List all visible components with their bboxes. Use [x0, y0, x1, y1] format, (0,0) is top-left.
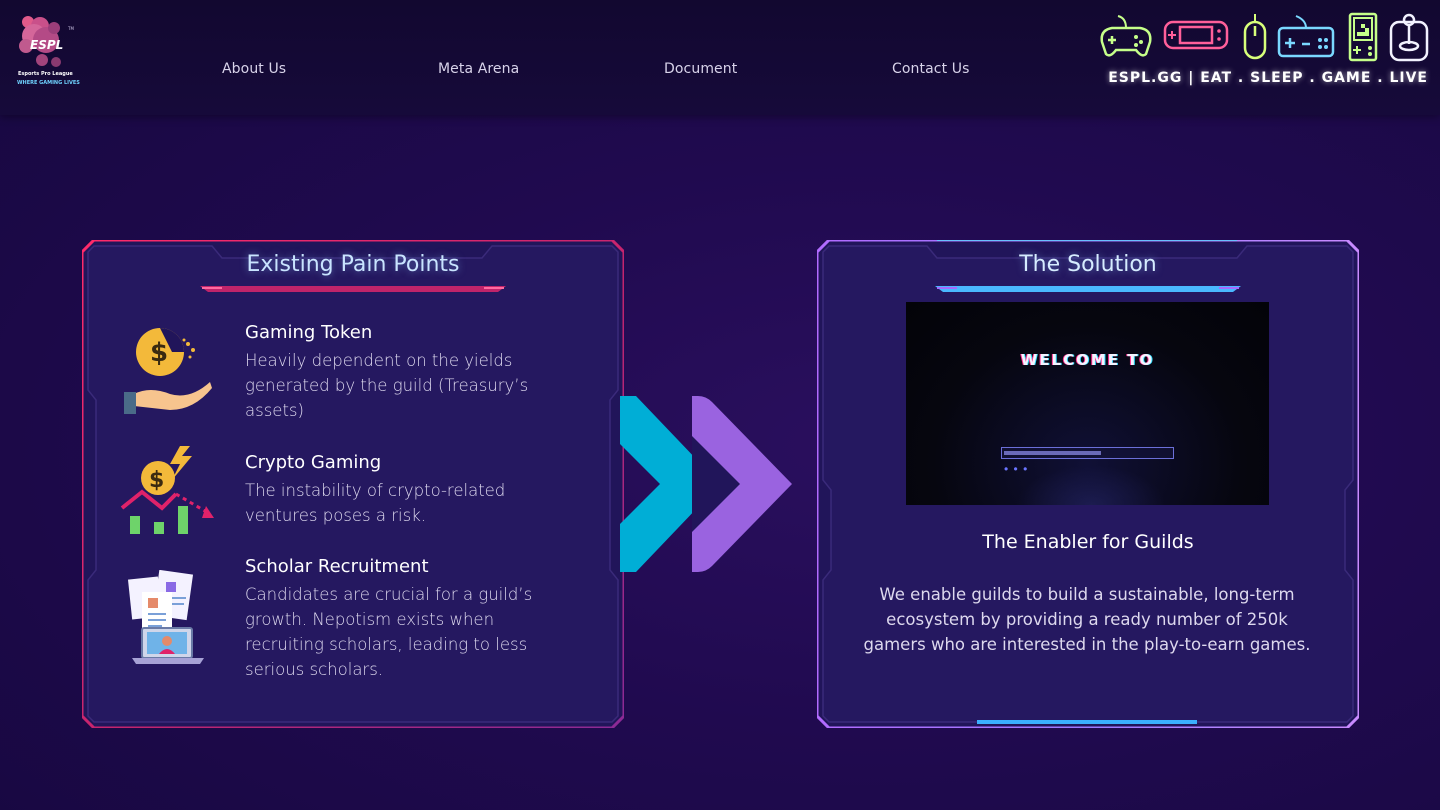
pain-points-panel: Existing Pain Points $ Gaming Token Heav… [82, 240, 624, 728]
item-description: Candidates are crucial for a guild’s gro… [245, 585, 533, 679]
svg-text:ESPL: ESPL [30, 38, 63, 52]
loading-dots: • • • [1004, 462, 1029, 476]
solution-description: We enable guilds to build a sustainable,… [863, 585, 1311, 654]
svg-text:TM: TM [67, 26, 74, 31]
loading-bar [1001, 447, 1174, 459]
nav-about-us[interactable]: About Us [222, 61, 286, 77]
espl-logo[interactable]: ESPL TM Esports Pro League WHERE GAMING … [14, 14, 86, 88]
intro-video[interactable]: WELCOME TO • • • [906, 302, 1269, 505]
solution-panel: The Solution WELCOME TO • • • The Enable… [817, 240, 1359, 728]
video-title: WELCOME TO [1020, 351, 1155, 369]
solution-heading: The Enabler for Guilds [982, 531, 1194, 553]
item-description: The instability of crypto-related ventur… [245, 481, 506, 525]
retro-controller-icon [1277, 15, 1335, 58]
video-glow [1016, 465, 1166, 505]
nav-document[interactable]: Document [664, 61, 737, 77]
nav-meta-arena[interactable]: Meta Arena [438, 61, 519, 77]
coin-hand-icon: $ [124, 328, 212, 414]
svg-text:$: $ [150, 338, 168, 368]
item-title: Gaming Token [245, 322, 373, 343]
item-description: Heavily dependent on the yields generate… [245, 351, 529, 420]
double-chevron-arrow-icon [620, 396, 792, 572]
joystick-icon [1389, 13, 1429, 62]
svg-text:Esports Pro League: Esports Pro League [18, 71, 73, 77]
mouse-icon [1243, 14, 1267, 60]
handheld-console-icon [1163, 20, 1229, 50]
svg-text:$: $ [149, 468, 164, 493]
coin-chart-down-icon: $ [120, 446, 214, 534]
tagline: ESPL.GG | EAT . SLEEP . GAME . LIVE [1108, 70, 1428, 86]
gamepad-icon [1100, 15, 1152, 57]
resume-laptop-icon [127, 570, 204, 664]
item-title: Scholar Recruitment [245, 556, 429, 577]
svg-text:WHERE GAMING LIVES: WHERE GAMING LIVES [17, 80, 80, 86]
pain-points-title: Existing Pain Points [246, 252, 460, 277]
solution-title: The Solution [1019, 252, 1157, 277]
nav-contact-us[interactable]: Contact Us [892, 61, 969, 77]
item-title: Crypto Gaming [245, 452, 382, 473]
top-header: ESPL TM Esports Pro League WHERE GAMING … [0, 0, 1440, 115]
tetris-handheld-icon [1348, 12, 1378, 62]
loading-bar-fill [1004, 451, 1101, 455]
